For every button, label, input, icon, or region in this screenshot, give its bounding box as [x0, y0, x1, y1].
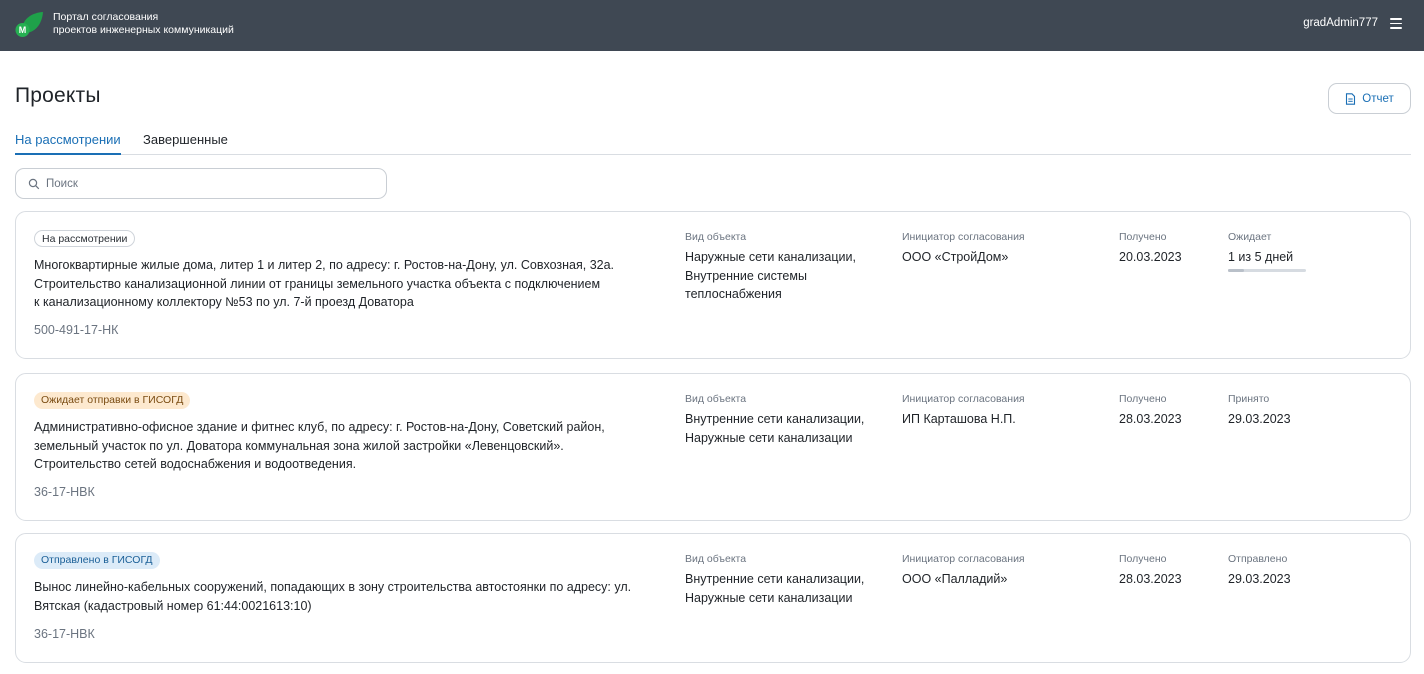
initiator-label: Инициатор согласования — [902, 231, 1025, 243]
description-line: Вынос линейно-кабельных сооружений, попа… — [34, 580, 632, 594]
object-type-label: Вид объекта — [685, 393, 747, 405]
object-type-line: Внутренние сети канализации, — [685, 572, 865, 586]
status-badge: Отправлено в ГИСОГД — [34, 552, 160, 569]
tabs: На рассмотрении Завершенные — [15, 131, 1411, 155]
brand-line-1: Портал согласования — [53, 11, 159, 23]
accepted-label: Принято — [1228, 393, 1270, 405]
description-line: Строительство канализационной линии от г… — [34, 276, 601, 291]
report-button-label: Отчет — [1362, 92, 1394, 105]
project-card[interactable]: Ожидает отправки в ГИСОГД Административн… — [15, 373, 1411, 521]
project-description: Вынос линейно-кабельных сооружений, попа… — [34, 578, 649, 615]
object-type-line: Внутренние сети канализации, — [685, 412, 865, 426]
waiting-progress-fill — [1228, 269, 1244, 272]
description-line: Административно-офисное здание и фитнес … — [34, 420, 605, 434]
object-type-value: Внутренние сети канализации, Наружные се… — [685, 410, 885, 447]
initiator-value: ИП Карташова Н.П. — [902, 412, 1016, 426]
waiting-progress-bar — [1228, 269, 1306, 272]
description-line: Вятская (кадастровый номер 61:44:0021613… — [34, 598, 312, 613]
report-button[interactable]: Отчет — [1328, 83, 1411, 114]
received-label: Получено — [1119, 393, 1167, 405]
project-card[interactable]: Отправлено в ГИСОГД Вынос линейно-кабель… — [15, 533, 1411, 663]
portal-name: Портал согласования проектов инженерных … — [53, 11, 234, 37]
initiator-label: Инициатор согласования — [902, 553, 1025, 565]
status-badge: Ожидает отправки в ГИСОГД — [34, 392, 191, 409]
initiator-value: ООО «СтройДом» — [902, 250, 1009, 264]
object-type-line: теплоснабжения — [685, 287, 782, 302]
project-description: Многоквартирные жилые дома, литер 1 и ли… — [34, 256, 649, 312]
search-icon — [28, 178, 40, 190]
status-badge: На рассмотрении — [34, 230, 136, 247]
received-label: Получено — [1119, 231, 1167, 243]
project-code: 36-17-НВК — [34, 485, 95, 499]
portal-logo[interactable]: М — [14, 9, 44, 39]
object-type-value: Внутренние сети канализации, Наружные се… — [685, 570, 885, 607]
username[interactable]: gradAdmin777 — [1303, 17, 1378, 29]
page-title: Проекты — [15, 84, 101, 107]
object-type-value: Наружные сети канализации, Внутренние си… — [685, 248, 885, 304]
tab-in-review[interactable]: На рассмотрении — [15, 132, 121, 155]
description-line: Строительство сетей водоснабжения и водо… — [34, 457, 357, 472]
accepted-date: 29.03.2023 — [1228, 412, 1291, 426]
received-date: 20.03.2023 — [1119, 250, 1182, 264]
initiator-label: Инициатор согласования — [902, 393, 1025, 405]
initiator-value: ООО «Палладий» — [902, 572, 1008, 586]
search-box — [15, 168, 387, 199]
waiting-label: Ожидает — [1228, 231, 1272, 243]
received-date: 28.03.2023 — [1119, 572, 1182, 586]
logo-letter: М — [19, 25, 27, 35]
object-type-label: Вид объекта — [685, 553, 747, 565]
project-description: Административно-офисное здание и фитнес … — [34, 418, 649, 474]
object-type-line: Наружные сети канализации — [685, 590, 853, 605]
project-code: 500-491-17-НК — [34, 323, 119, 337]
sent-label: Отправлено — [1228, 553, 1288, 565]
object-type-line: Наружные сети канализации — [685, 430, 853, 445]
description-line: Многоквартирные жилые дома, литер 1 и ли… — [34, 258, 615, 272]
received-date: 28.03.2023 — [1119, 412, 1182, 426]
description-line: земельный участок по ул. Доватора коммун… — [34, 438, 564, 453]
description-line: к канализационному коллектору №53 по ул.… — [34, 295, 414, 310]
sent-date: 29.03.2023 — [1228, 572, 1291, 586]
menu-icon[interactable] — [1390, 18, 1402, 29]
search-input[interactable] — [46, 174, 376, 193]
waiting-value: 1 из 5 дней — [1228, 250, 1294, 264]
tab-completed[interactable]: Завершенные — [143, 132, 228, 153]
received-label: Получено — [1119, 553, 1167, 565]
document-icon — [1346, 92, 1356, 105]
brand-line-2: проектов инженерных коммуникаций — [53, 24, 234, 36]
object-type-line: Внутренние системы — [685, 268, 807, 283]
top-bar: М Портал согласования проектов инженерны… — [0, 0, 1424, 51]
object-type-line: Наружные сети канализации, — [685, 250, 856, 264]
object-type-label: Вид объекта — [685, 231, 747, 243]
project-code: 36-17-НВК — [34, 627, 95, 641]
project-card[interactable]: На рассмотрении Многоквартирные жилые до… — [15, 211, 1411, 359]
